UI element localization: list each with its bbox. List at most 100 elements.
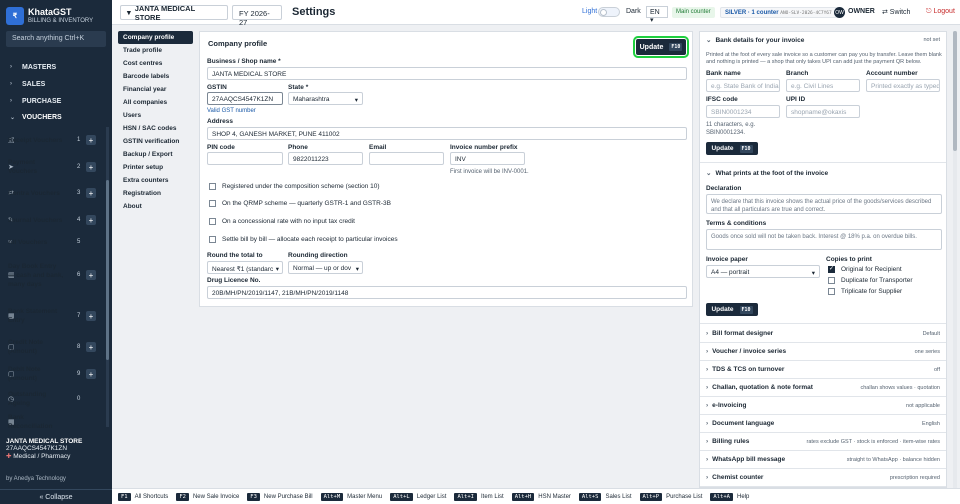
copy-original-checkbox[interactable] [828, 265, 835, 273]
add-icon[interactable]: + [86, 311, 96, 321]
sidebar-item[interactable]: ⇄ Contra Vouchers 3 + [0, 182, 96, 204]
settings-menu-item[interactable]: Financial year [118, 83, 193, 96]
shortcut-label[interactable]: Master Menu [347, 494, 382, 500]
update-button[interactable]: Update F10 [633, 36, 689, 58]
sidebar-item[interactable]: ➤ Payment Vouchers 2 + [0, 156, 96, 178]
ifsc-input[interactable]: SBIN0001234 [706, 105, 780, 118]
add-icon[interactable]: + [86, 188, 96, 198]
section-masters[interactable]: › MASTERS [0, 60, 112, 74]
invoice-paper-select[interactable]: A4 — portrait ▾ [706, 265, 820, 278]
sidebar-item[interactable]: ✎ Journal Vouchers 4 + [0, 209, 96, 231]
declaration-textarea[interactable]: We declare that this invoice shows the a… [706, 194, 942, 214]
gstin-input[interactable]: 27AAQCS4547K1ZN [207, 92, 283, 105]
business-name-input[interactable]: JANTA MEDICAL STORE [207, 67, 687, 80]
add-icon[interactable]: + [86, 369, 96, 379]
shortcut-key[interactable]: Alt+I [454, 492, 477, 501]
section-header[interactable]: › e-Invoicing [706, 402, 746, 409]
state-select[interactable]: Maharashtra ▾ [288, 92, 363, 105]
email-input[interactable] [369, 152, 444, 165]
company-selector[interactable]: ▾ JANTA MEDICAL STORE [120, 4, 228, 22]
section-header[interactable]: › WhatsApp bill message [706, 456, 785, 463]
shortcut-label[interactable]: New Purchase Bill [264, 494, 313, 500]
sidebar-item[interactable]: ≡ All Vouchers 5 [0, 236, 80, 248]
theme-toggle[interactable] [598, 7, 620, 17]
shortcut-key[interactable]: F3 [247, 492, 260, 501]
bank-update-button[interactable]: Update F10 [706, 142, 758, 155]
add-icon[interactable]: + [86, 135, 96, 145]
shortcut-key[interactable]: F2 [176, 492, 189, 501]
qrmp-checkbox[interactable] [209, 200, 216, 207]
settings-menu-item[interactable]: Printer setup [118, 161, 193, 174]
settings-menu-item[interactable]: About [118, 200, 193, 213]
branch-input[interactable]: e.g. Civil Lines [786, 79, 860, 92]
shortcut-label[interactable]: Item List [481, 494, 504, 500]
add-icon[interactable]: + [86, 215, 96, 225]
sidebar-item[interactable]: ▦ Bank Reconciliation [0, 414, 52, 429]
prefix-input[interactable]: INV [450, 152, 525, 165]
switch-button[interactable]: ⇄ Switch [878, 6, 914, 18]
settings-menu-item[interactable]: Barcode labels [118, 70, 193, 83]
shortcut-key[interactable]: Alt+H [511, 492, 535, 501]
bill-by-bill-checkbox[interactable] [209, 236, 216, 243]
shortcut-key[interactable]: Alt+P [639, 492, 663, 501]
copy-duplicate-checkbox[interactable] [828, 277, 835, 284]
section-header[interactable]: › TDS & TCS on turnover [706, 366, 784, 373]
sidebar-scroll-thumb[interactable] [106, 180, 109, 360]
terms-textarea[interactable]: Goods once sold will not be taken back. … [706, 229, 942, 250]
upi-input[interactable]: shopname@okaxis [786, 105, 860, 118]
invoice-foot-header[interactable]: ⌄ What prints at the foot of the invoice [706, 169, 828, 177]
right-scroll-thumb[interactable] [953, 31, 957, 151]
add-icon[interactable]: + [86, 162, 96, 172]
composition-checkbox[interactable] [209, 183, 216, 190]
shortcut-label[interactable]: Purchase List [666, 494, 702, 500]
sidebar-item[interactable]: ▢ Debit Note (Amount) 9 + [0, 363, 96, 385]
settings-menu-item[interactable]: Trade profile [118, 44, 193, 57]
section-vouchers[interactable]: ⌄ VOUCHERS [0, 110, 112, 124]
search-input[interactable]: Search anything Ctrl+K [6, 31, 106, 47]
settings-menu-item[interactable]: Registration [118, 187, 193, 200]
pin-input[interactable] [207, 152, 283, 165]
settings-menu-item[interactable]: Backup / Export [118, 148, 193, 161]
settings-menu-item[interactable]: Cost centres [118, 57, 193, 70]
drug-licence-input[interactable]: 20B/MH/PN/2019/1147, 21B/MH/PN/2019/1148 [207, 286, 687, 299]
sidebar-item[interactable]: ▢ Credit Note (Amount) 8 + [0, 336, 96, 358]
logout-button[interactable]: ⎋ Logout [922, 6, 959, 18]
language-select[interactable]: EN ▾ [646, 6, 668, 24]
avatar[interactable]: OW [834, 7, 845, 18]
shortcut-label[interactable]: Ledger List [417, 494, 447, 500]
section-sales[interactable]: › SALES [0, 77, 112, 91]
address-input[interactable]: SHOP 4, GANESH MARKET, PUNE 411002 [207, 127, 687, 140]
shortcut-key[interactable]: Alt+S [578, 492, 602, 501]
shortcut-label[interactable]: Help [737, 494, 749, 500]
shortcut-label[interactable]: All Shortcuts [135, 494, 169, 500]
shortcut-key[interactable]: Alt+M [320, 492, 344, 501]
collapse-button[interactable]: « Collapse [0, 489, 112, 504]
shortcut-key[interactable]: F1 [118, 492, 131, 501]
bank-details-header[interactable]: ⌄ Bank details for your invoice [706, 36, 804, 44]
add-icon[interactable]: + [86, 270, 96, 280]
section-header[interactable]: › Billing rules [706, 438, 749, 445]
sidebar-item[interactable]: ▦ Bank Statement Entry 7 + [0, 300, 96, 332]
shortcut-label[interactable]: Sales List [605, 494, 631, 500]
round-select[interactable]: Nearest ₹1 (standarc ▾ [207, 261, 283, 274]
section-header[interactable]: › Document language [706, 420, 774, 427]
sidebar-item[interactable]: ▤ Receipt Vouchers 1 + [0, 129, 96, 151]
section-header[interactable]: › Challan, quotation & note format [706, 384, 813, 391]
shortcut-label[interactable]: New Sale Invoice [193, 494, 239, 500]
shortcut-key[interactable]: Alt+A [710, 492, 733, 501]
fy-selector[interactable]: FY 2026-27 [232, 5, 282, 27]
sidebar-item[interactable]: ▥ Day Book Entry — cash and bank, many da… [0, 253, 96, 297]
section-header[interactable]: › Chemist counter [706, 474, 763, 481]
foot-update-button[interactable]: Update F10 [706, 303, 758, 316]
account-input[interactable]: Printed exactly as typed [866, 79, 940, 92]
phone-input[interactable]: 9822011223 [288, 152, 363, 165]
settings-menu-item[interactable]: GSTIN verification [118, 135, 193, 148]
add-icon[interactable]: + [86, 342, 96, 352]
shortcut-key[interactable]: Alt+L [390, 492, 413, 501]
section-header[interactable]: › Bill format designer [706, 330, 773, 337]
settings-menu-item[interactable]: Extra counters [118, 174, 193, 187]
section-purchase[interactable]: › PURCHASE [0, 94, 112, 108]
shortcut-label[interactable]: HSN Master [538, 494, 571, 500]
settings-menu-item[interactable]: All companies [118, 96, 193, 109]
section-header[interactable]: › Voucher / invoice series [706, 348, 786, 355]
